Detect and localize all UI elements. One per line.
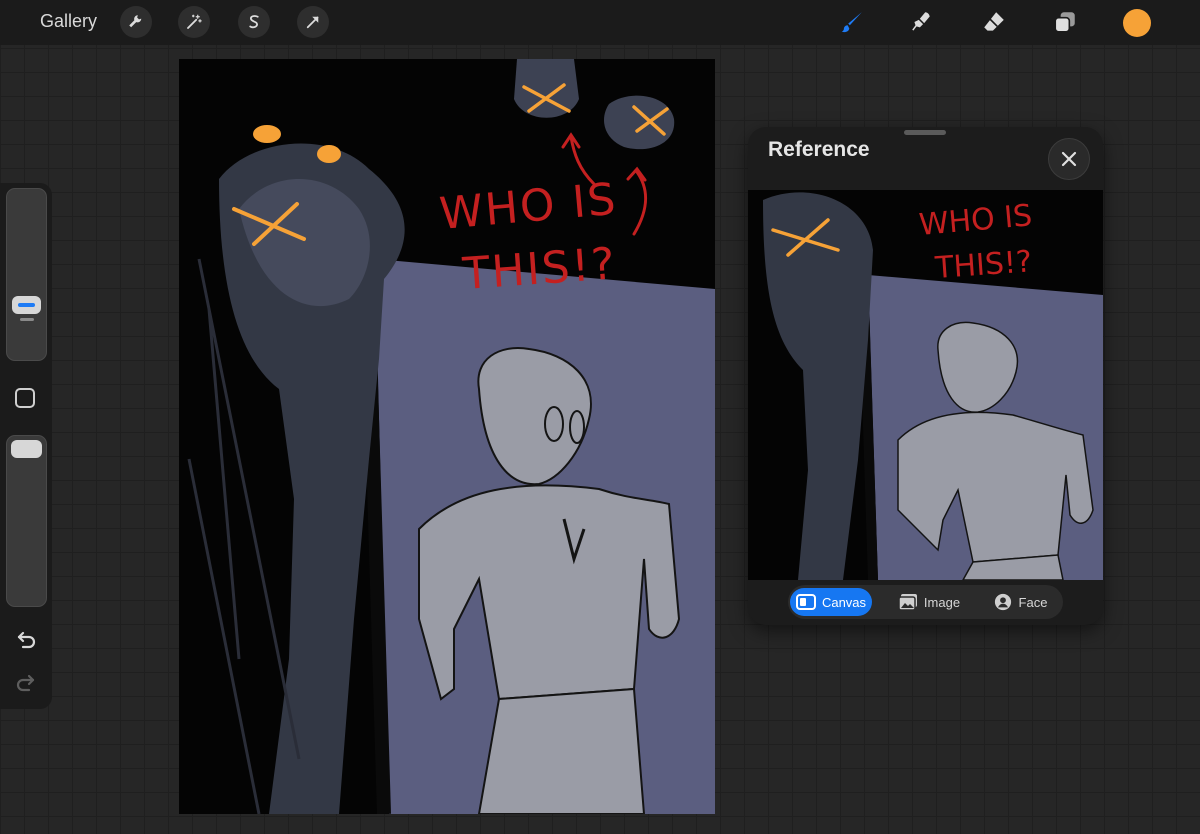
annotation-line2: THIS!?	[460, 238, 618, 300]
brush-size-slider[interactable]	[6, 188, 47, 361]
gallery-button[interactable]: Gallery	[40, 11, 97, 32]
reference-mode-selector: Canvas Image Face	[788, 585, 1063, 619]
wrench-icon	[129, 15, 142, 28]
undo-button[interactable]	[12, 626, 40, 654]
tab-image[interactable]: Image	[888, 588, 970, 616]
magic-wand-icon	[187, 14, 202, 29]
artwork: WHO IS THIS!?	[187, 59, 715, 814]
tab-image-label: Image	[923, 594, 961, 610]
tab-face-label: Face	[1018, 594, 1048, 610]
close-icon	[1061, 151, 1077, 167]
brush-opacity-slider[interactable]	[6, 435, 47, 607]
undo-icon	[17, 631, 36, 649]
ref-annotation-line2: THIS!?	[933, 244, 1033, 286]
tab-face[interactable]: Face	[980, 588, 1060, 616]
eraser-icon	[984, 12, 1004, 31]
figure-eye-left	[253, 125, 281, 143]
face-icon	[994, 593, 1011, 611]
drawing-canvas[interactable]: WHO IS THIS!?	[179, 59, 715, 814]
actions-button[interactable]	[120, 6, 152, 38]
selection-button[interactable]	[238, 6, 270, 38]
panel-grabber[interactable]	[904, 130, 946, 135]
redo-icon	[16, 674, 35, 692]
brush-size-thumb[interactable]	[12, 296, 41, 314]
top-toolbar: Gallery	[0, 0, 1200, 45]
layers-icon	[1054, 12, 1075, 33]
tab-canvas[interactable]: Canvas	[790, 588, 872, 616]
ref-annotation-line1: WHO IS	[918, 198, 1034, 243]
layers-button[interactable]	[1049, 6, 1081, 38]
left-sidebar	[0, 183, 52, 709]
figure-eye-right	[317, 145, 341, 163]
modify-button[interactable]	[15, 388, 35, 408]
eraser-button[interactable]	[978, 6, 1010, 38]
reference-preview: WHO IS THIS!?	[748, 190, 1103, 580]
canvas-icon	[795, 594, 816, 610]
color-picker-button[interactable]	[1123, 9, 1151, 37]
smudge-button[interactable]	[906, 6, 938, 38]
brush-opacity-thumb[interactable]	[11, 440, 42, 458]
close-reference-button[interactable]	[1048, 138, 1090, 180]
adjustments-button[interactable]	[178, 6, 210, 38]
transform-button[interactable]	[297, 6, 329, 38]
annotation-line1: WHO IS	[438, 174, 620, 240]
reference-artwork: WHO IS THIS!?	[763, 192, 1103, 580]
size-preset-mark	[20, 318, 34, 321]
selection-icon	[249, 15, 259, 29]
reference-panel: Reference WHO IS THIS!? Canvas Image Fac…	[748, 127, 1103, 625]
brush-button[interactable]	[836, 6, 868, 38]
smudge-icon	[912, 12, 930, 31]
redo-button[interactable]	[12, 669, 40, 697]
tab-canvas-label: Canvas	[821, 594, 867, 610]
image-icon	[898, 594, 917, 611]
reference-title: Reference	[768, 138, 870, 161]
transform-arrow-icon	[306, 16, 319, 29]
brush-icon	[841, 12, 862, 33]
